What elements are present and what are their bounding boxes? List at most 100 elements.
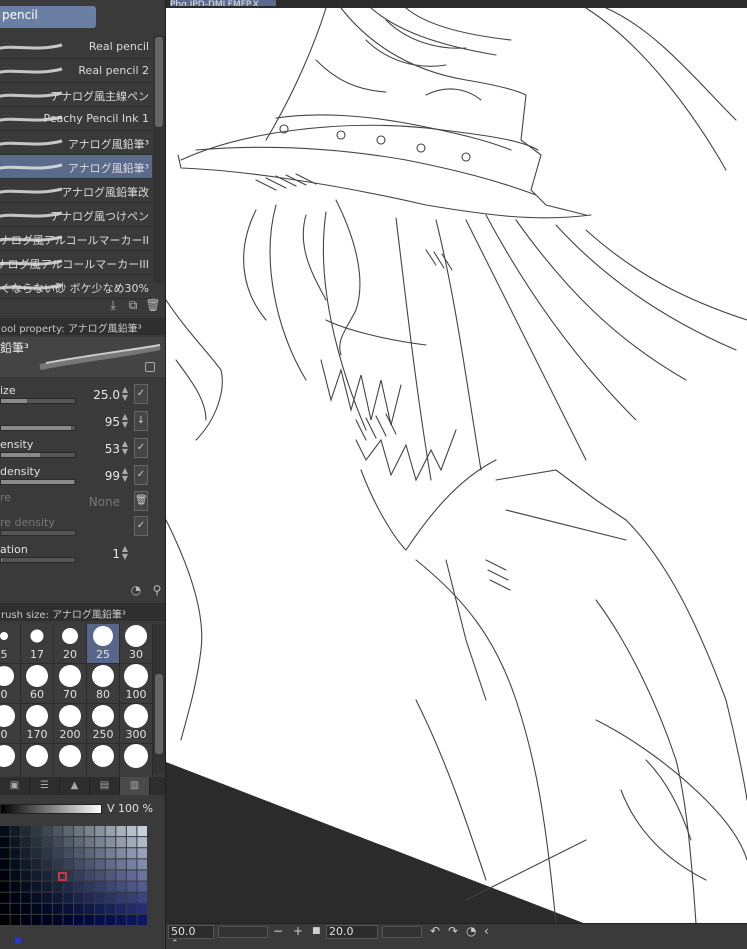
property-value[interactable]: 53 — [105, 442, 120, 456]
brush-list-item[interactable]: アナログ風つけペン — [0, 203, 152, 227]
pressure-toggle-icon[interactable]: ✓ — [134, 384, 148, 404]
main-color-swatch[interactable] — [15, 938, 21, 944]
brush-size-cell[interactable]: 170 — [21, 704, 54, 744]
brush-size-cell[interactable]: 25 — [87, 624, 120, 664]
scroll-thumb[interactable] — [155, 37, 163, 127]
color-swatch — [63, 892, 73, 903]
brush-size-cell[interactable]: 0 — [0, 704, 21, 744]
spinner-icon[interactable]: ▲ ▼ — [122, 467, 128, 483]
color-set-tab-icon[interactable]: ▲ — [60, 777, 90, 795]
property-value[interactable]: 25.0 — [93, 388, 120, 402]
wrench-icon[interactable]: ⚲ — [149, 582, 165, 598]
tool-property-row[interactable]: re None 🗑 — [0, 489, 150, 515]
tool-property-row[interactable]: ensity 53 ▲ ▼ ✓ — [0, 436, 150, 462]
tool-property-row[interactable]: 95 ▲ ▼ ↓ — [0, 409, 150, 435]
pressure-toggle-icon[interactable]: ✓ — [134, 516, 148, 536]
zoom-in-button[interactable]: + — [293, 924, 303, 938]
color-wheel-tab-icon[interactable]: ▣ — [0, 777, 30, 795]
brush-list-item[interactable]: アナログ風鉛筆³ — [0, 155, 152, 179]
property-slider[interactable] — [0, 479, 76, 485]
brush-list-item[interactable]: Real pencil 2 — [0, 59, 152, 83]
tool-property-row[interactable]: density 99 ▲ ▼ ✓ — [0, 463, 150, 489]
property-slider[interactable] — [0, 557, 76, 563]
brush-size-cell[interactable]: 0 — [0, 664, 21, 704]
property-value[interactable]: 1 — [112, 547, 120, 561]
property-value[interactable]: 95 — [105, 415, 120, 429]
reset-rotation-icon[interactable]: ◔ — [466, 924, 476, 938]
brush-group-title[interactable]: pencil — [0, 6, 96, 28]
property-slider[interactable] — [0, 425, 76, 431]
color-swatch — [52, 892, 63, 903]
color-picker-cursor[interactable] — [58, 872, 67, 881]
brush-size-cell[interactable]: 300 — [120, 704, 153, 744]
rotate-right-icon[interactable]: ↷ — [448, 924, 458, 938]
property-slider[interactable] — [0, 452, 76, 458]
brush-size-cell[interactable]: 100 — [120, 664, 153, 704]
fit-icon[interactable]: ■ — [312, 924, 321, 938]
brush-list-item-label: アナログ風つけペン — [50, 210, 149, 223]
brush-size-label: 300 — [125, 728, 147, 741]
brush-list-item[interactable]: アナログ風主線ペン — [0, 83, 152, 107]
trash-icon[interactable]: 🗑 — [145, 297, 161, 313]
spinner-icon[interactable]: ▲ ▼ — [122, 413, 128, 429]
brush-list-item[interactable]: Peachy Pencil Ink 1 — [0, 107, 152, 131]
brush-size-cell[interactable]: 70 — [54, 664, 87, 704]
approximate-color-grid[interactable] — [0, 826, 148, 926]
brush-size-cell[interactable]: 200 — [54, 704, 87, 744]
color-slider-tab-icon[interactable]: ☰ — [30, 777, 60, 795]
color-swatch — [31, 826, 42, 837]
brush-list-item[interactable]: アナログ風鉛筆改 — [0, 179, 152, 203]
brush-size-scrollbar[interactable] — [153, 624, 165, 774]
intermediate-color-tab-icon[interactable]: ▤ — [90, 777, 120, 795]
property-slider[interactable] — [0, 398, 76, 404]
tool-property-row[interactable]: re density ✓ — [0, 514, 150, 540]
spinner-icon[interactable]: ▲ ▼ — [122, 440, 128, 456]
color-swatch — [105, 848, 116, 859]
brush-size-cell[interactable]: 30 — [120, 624, 153, 664]
scroll-thumb[interactable] — [155, 674, 163, 754]
pressure-toggle-icon[interactable]: ✓ — [134, 465, 148, 485]
color-swatch — [74, 848, 84, 859]
brush-size-cell[interactable]: 17 — [21, 624, 54, 664]
color-swatch — [31, 870, 42, 881]
brush-list-scrollbar[interactable] — [153, 35, 165, 283]
zoom-out-button[interactable]: − — [273, 924, 283, 938]
zoom-slider[interactable] — [218, 926, 268, 938]
brush-size-cell[interactable]: 60 — [21, 664, 54, 704]
rotate-left-icon[interactable]: ↶ — [430, 924, 440, 938]
rotation-field[interactable]: 20.0 — [326, 925, 378, 939]
property-slider[interactable] — [0, 530, 76, 536]
lock-icon[interactable] — [145, 362, 155, 372]
value-slider[interactable] — [0, 804, 102, 814]
pressure-toggle-icon[interactable]: ✓ — [134, 438, 148, 458]
pressure-toggle-icon[interactable]: 🗑 — [134, 491, 148, 511]
property-value[interactable]: None — [89, 495, 120, 509]
spinner-icon[interactable]: ▲ ▼ — [122, 545, 128, 561]
pressure-toggle-icon[interactable]: ↓ — [134, 411, 148, 431]
brush-size-cell[interactable]: 250 — [87, 704, 120, 744]
brush-size-cell[interactable]: 5 — [0, 624, 21, 664]
rotation-slider[interactable] — [382, 926, 422, 938]
property-slider-fill — [1, 453, 41, 457]
brush-list-item[interactable]: Real pencil — [0, 35, 152, 59]
download-icon[interactable]: ⤓ — [105, 297, 121, 313]
brush-list-item[interactable]: アナログ風アルコールマーカーIII — [0, 251, 152, 275]
tool-property-row[interactable]: ize 25.0 ▲ ▼ ✓ — [0, 382, 150, 408]
spinner-icon[interactable]: ▲ ▼ — [122, 386, 128, 402]
canvas-area[interactable]: Pbq,IPD-DMLFMFP.X — [166, 0, 747, 924]
drawing-canvas[interactable] — [166, 0, 747, 924]
property-value[interactable]: 99 — [105, 469, 120, 483]
brush-size-cell[interactable]: 20 — [54, 624, 87, 664]
approximate-color-tab-icon[interactable]: ▥ — [120, 777, 150, 795]
brush-list-item[interactable]: 濃くならない砂 ボケ少なめ30% — [0, 275, 152, 299]
settings-icon[interactable]: ◔ — [128, 582, 144, 598]
brush-list-item[interactable]: アナログ風アルコールマーカーII — [0, 227, 152, 251]
brush-size-cell[interactable]: 80 — [87, 664, 120, 704]
brush-list-item[interactable]: アナログ風鉛筆³ — [0, 131, 152, 155]
collapse-icon[interactable]: ‹ — [484, 924, 489, 938]
color-swatch — [105, 870, 116, 881]
tool-property-row[interactable]: ation 1 ▲ ▼ — [0, 541, 150, 567]
duplicate-icon[interactable]: ⧉ — [125, 297, 141, 313]
expand-icon[interactable]: ⌃ — [171, 937, 179, 949]
canvas-tab[interactable]: Pbq,IPD-DMLFMFP.X — [170, 0, 276, 6]
